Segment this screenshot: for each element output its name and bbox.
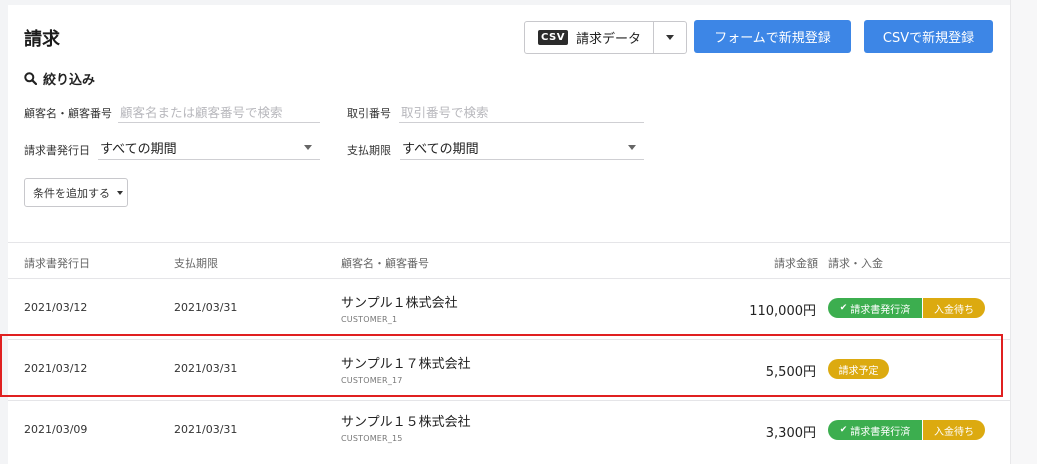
csv-export-label: 請求データ xyxy=(575,32,641,47)
issue-date-filter-label: 請求書発行日 xyxy=(24,144,90,157)
row-customer-code: CUSTOMER_17 xyxy=(341,376,403,385)
csv-export-button[interactable]: CSV 請求データ xyxy=(525,22,654,53)
check-icon: ✔ xyxy=(839,303,848,313)
header-customer: 顧客名・顧客番号 xyxy=(341,257,429,270)
row-customer-code: CUSTOMER_15 xyxy=(341,434,403,443)
issue-date-select[interactable]: すべての期間 xyxy=(98,136,320,160)
deal-number-input[interactable]: 取引番号で検索 xyxy=(399,101,644,123)
row-issue-date: 2021/03/09 xyxy=(24,423,88,436)
status-badge-issued: ✔ 請求書発行済 xyxy=(828,420,922,440)
row-amount: 5,500円 xyxy=(765,365,816,380)
deal-number-label: 取引番号 xyxy=(347,107,391,120)
table-row[interactable]: 2021/03/12 2021/03/31 サンプル１７株式会社 CUSTOME… xyxy=(8,340,1010,400)
csv-badge-icon: CSV xyxy=(538,30,568,45)
header-due-date: 支払期限 xyxy=(174,257,218,270)
row-customer-name[interactable]: サンプル１５株式会社 xyxy=(341,411,471,430)
section-divider xyxy=(8,242,1010,243)
csv-export-group: CSV 請求データ xyxy=(524,21,687,54)
status-badge-scheduled: 請求予定 xyxy=(828,359,889,379)
issue-date-select-value: すべての期間 xyxy=(100,142,177,157)
customer-filter-label: 顧客名・顧客番号 xyxy=(24,107,112,120)
row-issue-date: 2021/03/12 xyxy=(24,362,88,375)
row-customer-name[interactable]: サンプル１株式会社 xyxy=(341,292,458,311)
status-badge-awaiting-payment: 入金待ち xyxy=(923,420,985,440)
table-row[interactable]: 2021/03/12 2021/03/31 サンプル１株式会社 CUSTOMER… xyxy=(8,279,1010,339)
row-issue-date: 2021/03/12 xyxy=(24,301,88,314)
filter-heading: 絞り込み xyxy=(24,69,95,88)
row-due-date: 2021/03/31 xyxy=(174,301,238,314)
row-due-date: 2021/03/31 xyxy=(174,362,238,375)
row-customer-name[interactable]: サンプル１７株式会社 xyxy=(341,353,471,372)
check-icon: ✔ xyxy=(839,425,848,435)
status-badge-label: 請求書発行済 xyxy=(850,426,911,438)
row-due-date: 2021/03/31 xyxy=(174,423,238,436)
due-date-select-value: すべての期間 xyxy=(402,142,479,157)
chevron-down-icon xyxy=(628,145,636,150)
row-amount: 110,000円 xyxy=(749,304,816,319)
status-badge-issued: ✔ 請求書発行済 xyxy=(828,298,922,318)
filter-heading-label: 絞り込み xyxy=(43,73,96,88)
customer-search-input[interactable]: 顧客名または顧客番号で検索 xyxy=(118,101,320,123)
chevron-down-icon xyxy=(304,145,312,150)
add-condition-button[interactable]: 条件を追加する xyxy=(24,178,128,207)
chevron-down-icon xyxy=(665,35,674,40)
row-customer-code: CUSTOMER_1 xyxy=(341,315,398,324)
due-date-filter-label: 支払期限 xyxy=(347,144,391,157)
scrollbar[interactable] xyxy=(1010,0,1037,464)
new-by-csv-button[interactable]: CSVで新規登録 xyxy=(864,20,993,53)
table-row[interactable]: 2021/03/09 2021/03/31 サンプル１５株式会社 CUSTOME… xyxy=(8,401,1010,461)
add-condition-label: 条件を追加する xyxy=(33,186,110,200)
chevron-down-icon xyxy=(117,190,123,195)
header-issue-date: 請求書発行日 xyxy=(24,257,90,270)
csv-export-dropdown-button[interactable] xyxy=(654,22,686,53)
new-by-form-button[interactable]: フォームで新規登録 xyxy=(694,20,851,53)
search-icon xyxy=(24,72,37,85)
invoice-card: 請求 CSV 請求データ フォームで新規登録 CSVで新規登録 絞り込み 顧客名… xyxy=(8,5,1010,464)
due-date-select[interactable]: すべての期間 xyxy=(400,136,644,160)
page-title: 請求 xyxy=(24,29,60,50)
row-amount: 3,300円 xyxy=(765,426,816,441)
status-badge-label: 請求書発行済 xyxy=(850,304,911,316)
header-amount: 請求金額 xyxy=(774,257,818,270)
header-status: 請求・入金 xyxy=(828,257,883,270)
status-badge-awaiting-payment: 入金待ち xyxy=(923,298,985,318)
